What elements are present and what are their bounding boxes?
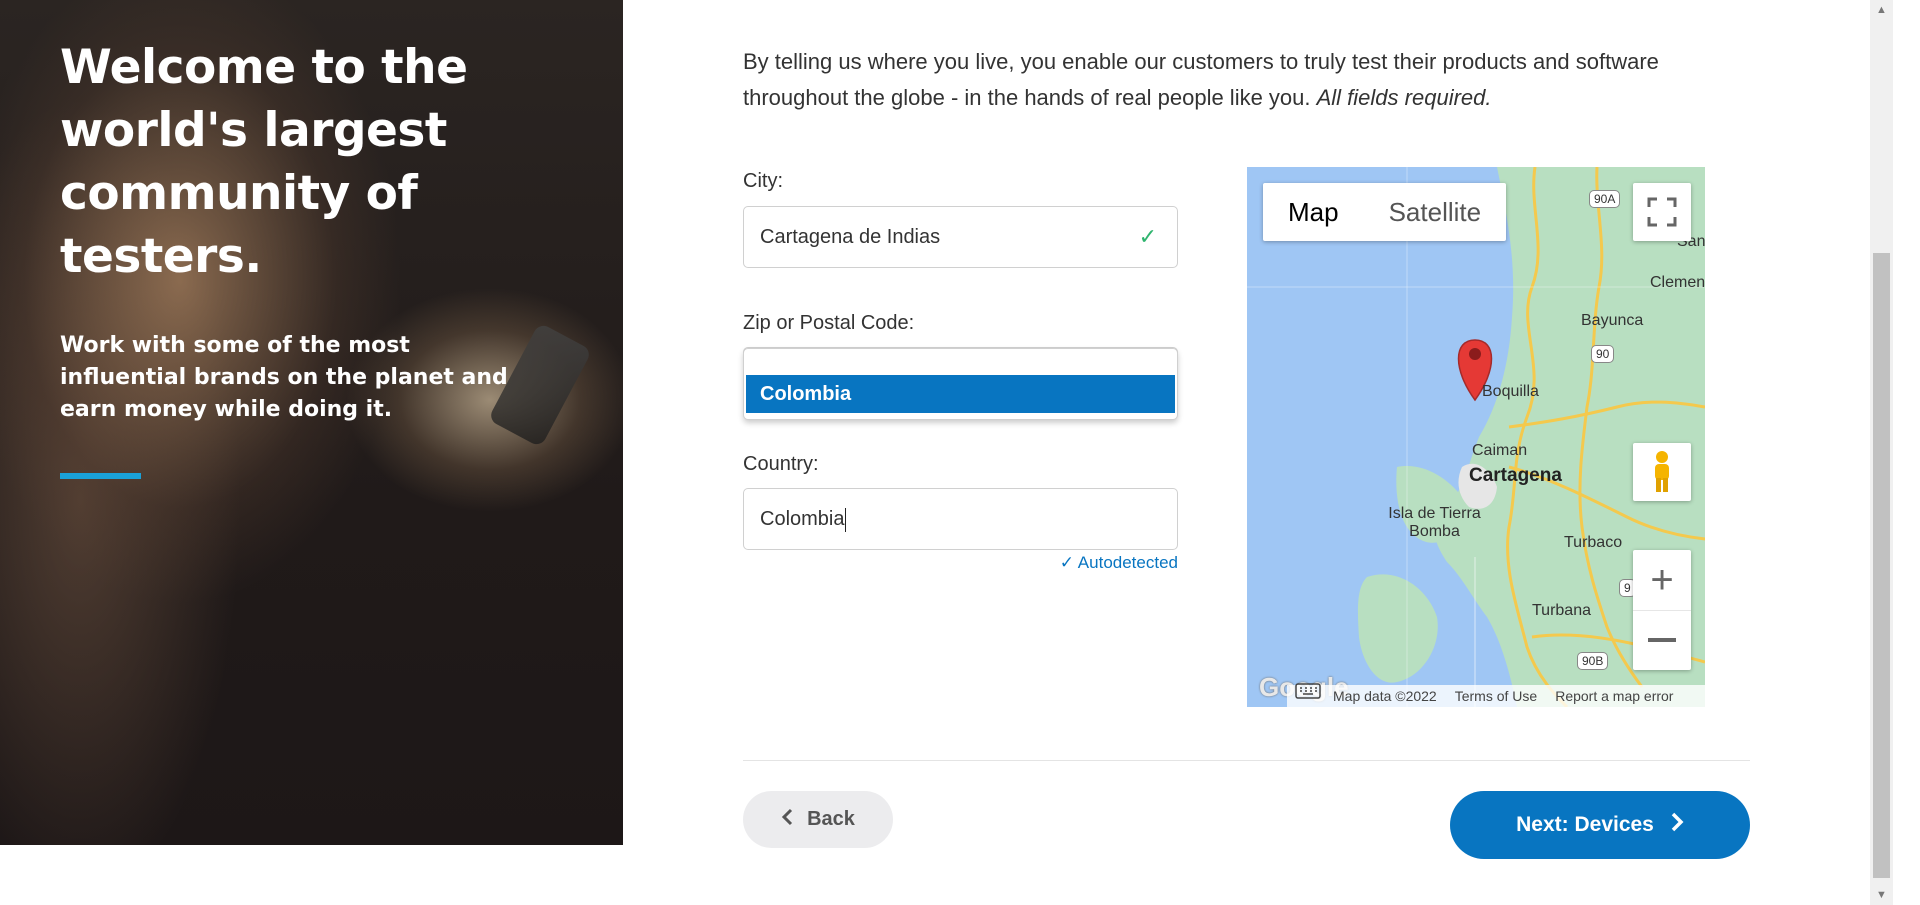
road-shield-90: 90 (1591, 345, 1615, 363)
page-scrollbar[interactable]: ▲ ▼ (1870, 0, 1893, 905)
road-shield-90a: 90A (1589, 190, 1621, 208)
scroll-up-arrow[interactable]: ▲ (1870, 4, 1893, 16)
hero-title: Welcome to the world's largest community… (60, 40, 468, 284)
fullscreen-icon (1647, 197, 1677, 227)
map-label-turbana: Turbana (1532, 602, 1591, 619)
country-value: Colombia (760, 508, 845, 530)
scrollbar-thumb[interactable] (1873, 253, 1890, 878)
road-shield-90b: 90B (1577, 652, 1609, 670)
map-label-tierra-bomba: Isla de Tierra Bomba (1388, 505, 1481, 540)
map-type-control: Map Satellite (1263, 183, 1507, 241)
city-field[interactable]: Cartagena de Indias ✓ (743, 206, 1178, 268)
autocomplete-dropdown: Colombia (743, 348, 1178, 420)
required-note: All fields required. (1316, 85, 1492, 110)
keyboard-shortcuts-icon[interactable] (1295, 683, 1321, 704)
next-label: Next: Devices (1516, 813, 1654, 836)
minus-icon (1648, 638, 1676, 642)
map-type-satellite-button[interactable]: Satellite (1364, 183, 1507, 241)
report-error-link[interactable]: Report a map error (1555, 688, 1673, 704)
city-label: City: (743, 170, 783, 192)
zip-label: Zip or Postal Code: (743, 312, 915, 334)
map-label-bayunca: Bayunca (1581, 312, 1644, 329)
intro-body: By telling us where you live, you enable… (743, 49, 1659, 110)
check-icon: ✓ (1138, 224, 1157, 249)
city-value: Cartagena de Indias (760, 226, 941, 248)
map-footer: Map data ©2022 Terms of Use Report a map… (1287, 685, 1705, 707)
zoom-out-button[interactable] (1633, 611, 1691, 670)
autodetected-label: Autodetected (1077, 553, 1178, 572)
map-label-clemen: Clemen (1650, 274, 1705, 291)
dropdown-option-colombia[interactable]: Colombia (746, 375, 1175, 413)
back-button[interactable]: Back (743, 791, 893, 848)
hero-subtitle: Work with some of the most influential b… (60, 333, 508, 422)
map-label-boquilla: Boquilla (1482, 383, 1539, 400)
text-cursor (845, 507, 847, 532)
next-devices-button[interactable]: Next: Devices (1450, 791, 1750, 859)
pegman-icon (1655, 451, 1669, 492)
map-type-map-button[interactable]: Map (1263, 183, 1364, 241)
street-view-button[interactable] (1633, 443, 1691, 501)
accent-bar (60, 473, 141, 479)
terms-link[interactable]: Terms of Use (1455, 688, 1537, 704)
zoom-in-button[interactable]: + (1633, 551, 1691, 611)
scroll-down-arrow[interactable]: ▼ (1870, 889, 1893, 901)
zoom-control: + (1633, 550, 1691, 670)
fullscreen-button[interactable] (1633, 183, 1691, 241)
back-label: Back (807, 808, 855, 830)
map-label-turbaco: Turbaco (1564, 534, 1623, 551)
check-icon: ✓ (1059, 553, 1078, 572)
chevron-left-icon (781, 808, 793, 832)
intro-text: By telling us where you live, you enable… (743, 44, 1763, 116)
hero-panel: Welcome to the world's largest community… (0, 0, 623, 845)
divider (743, 760, 1750, 761)
autodetected-note: ✓ Autodetected (1050, 553, 1178, 573)
chevron-right-icon (1670, 812, 1684, 838)
country-label: Country: (743, 453, 819, 475)
map-label-cartagena: Cartagena (1469, 465, 1562, 486)
location-map[interactable]: Boquilla Caiman Cartagena Isla de Tierra… (1247, 167, 1705, 707)
map-label-caiman: Caiman (1472, 442, 1528, 459)
country-field[interactable]: Colombia (743, 488, 1178, 550)
map-data-text: Map data ©2022 (1333, 688, 1437, 704)
